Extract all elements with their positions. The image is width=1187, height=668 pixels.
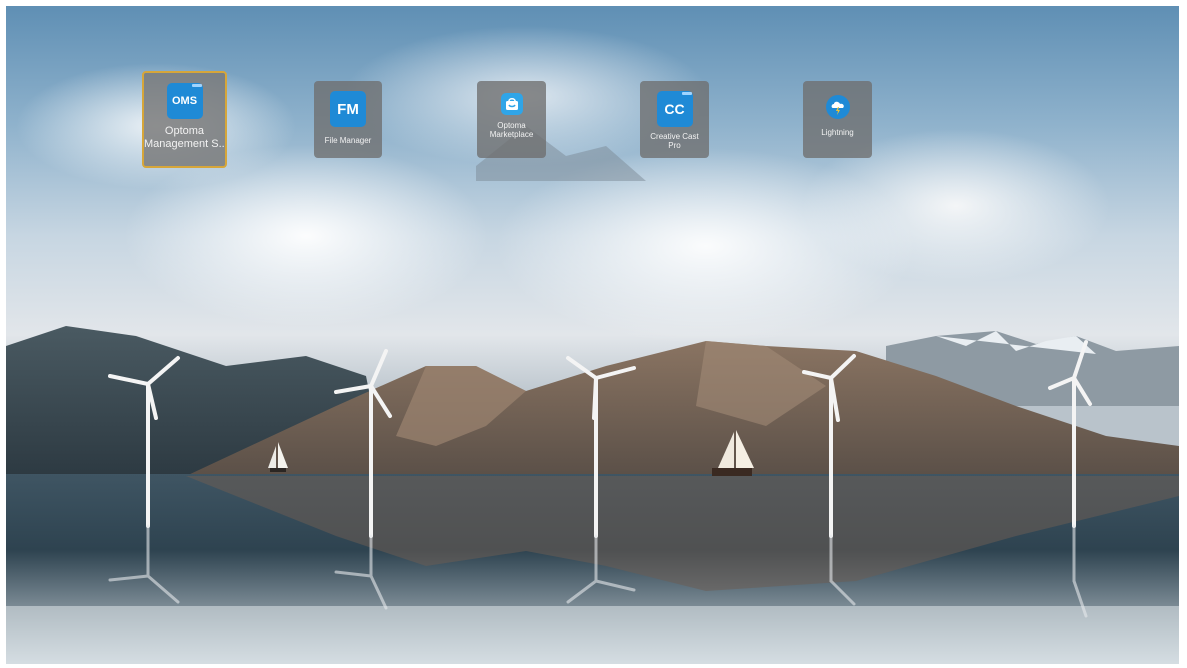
app-tile-optoma-management-suite[interactable]: OMS Optoma Management S... bbox=[142, 71, 227, 168]
shopping-bag-icon bbox=[505, 98, 518, 110]
app-tile-creative-cast-pro[interactable]: CC Creative Cast Pro bbox=[640, 81, 709, 158]
app-label-line2: Management S... bbox=[144, 137, 225, 150]
app-label-line2: Marketplace bbox=[489, 130, 534, 140]
app-label: Creative Cast Pro bbox=[640, 132, 709, 150]
app-tile-file-manager[interactable]: FM File Manager bbox=[314, 81, 382, 158]
app-tile-lightning[interactable]: Lightning bbox=[803, 81, 872, 158]
app-label-line1: Optoma bbox=[497, 121, 526, 130]
cc-glyph-text: CC bbox=[664, 101, 685, 117]
app-label-line1: Optoma bbox=[164, 125, 205, 137]
oms-glyph-text: OMS bbox=[171, 95, 198, 107]
file-manager-icon: FM bbox=[330, 91, 366, 127]
app-label-line1: Lightning bbox=[821, 128, 854, 137]
oms-icon: OMS bbox=[166, 83, 203, 119]
app-tile-optoma-marketplace[interactable]: Optoma Marketplace bbox=[477, 81, 546, 158]
app-label: Lightning bbox=[803, 128, 872, 137]
badge-icon bbox=[191, 84, 202, 87]
launcher-screen: OMS Optoma Management S... FM File Manag… bbox=[6, 6, 1179, 664]
app-label-line2: Pro bbox=[668, 141, 681, 151]
lightning-cloud-icon bbox=[825, 95, 850, 119]
app-label-line1: Creative Cast bbox=[650, 132, 699, 141]
creative-cast-icon: CC bbox=[656, 91, 693, 127]
app-label: Optoma Management S... bbox=[144, 125, 225, 150]
app-label: File Manager bbox=[314, 136, 382, 145]
badge-icon bbox=[681, 92, 692, 95]
cloud-bolt-icon bbox=[831, 101, 844, 115]
marketplace-bag-icon bbox=[500, 93, 523, 115]
app-label-line1: File Manager bbox=[324, 136, 372, 145]
fm-glyph-text: FM bbox=[337, 100, 359, 118]
app-label: Optoma Marketplace bbox=[477, 121, 546, 139]
